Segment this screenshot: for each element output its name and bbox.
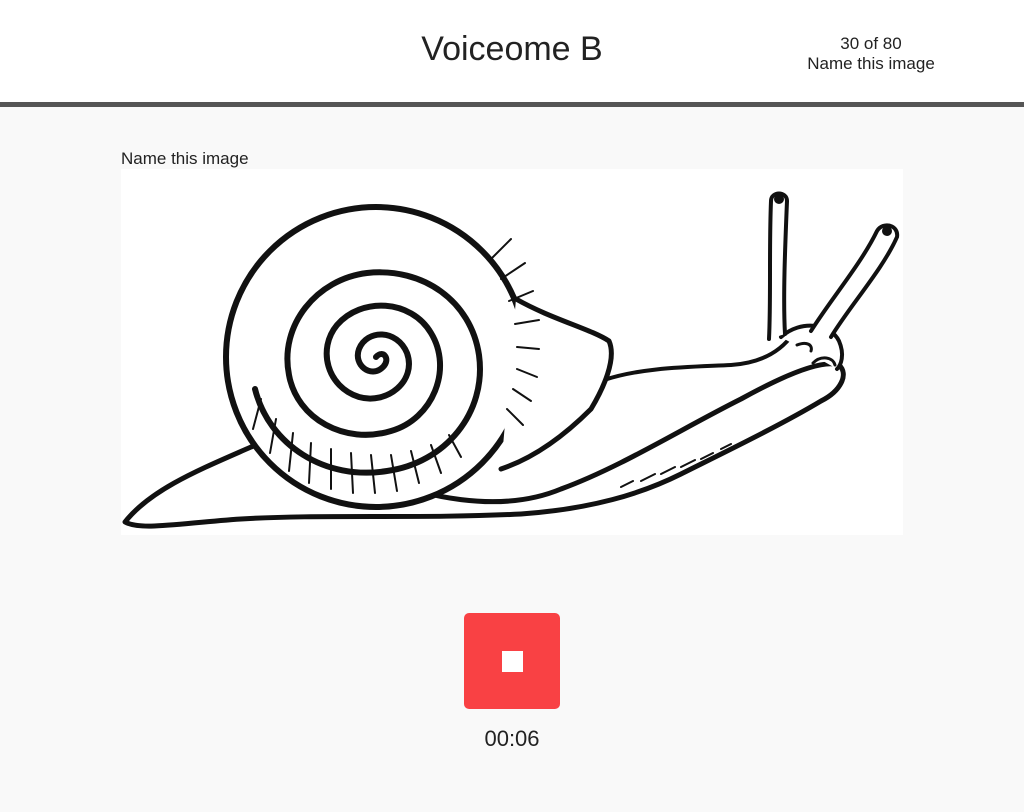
progress-task: Name this image <box>807 54 935 73</box>
stop-recording-button[interactable] <box>464 613 560 709</box>
progress-count: 30 of 80 <box>840 34 902 53</box>
snail-illustration <box>122 191 900 529</box>
app-header: Voiceome B 30 of 80 Name this image <box>0 0 1024 107</box>
stop-icon <box>502 651 523 672</box>
recording-timer: 00:06 <box>484 726 540 751</box>
prompt-label: Name this image <box>121 149 249 168</box>
progress-indicator: 30 of 80 Name this image <box>801 34 941 74</box>
prompt-image <box>121 169 903 535</box>
